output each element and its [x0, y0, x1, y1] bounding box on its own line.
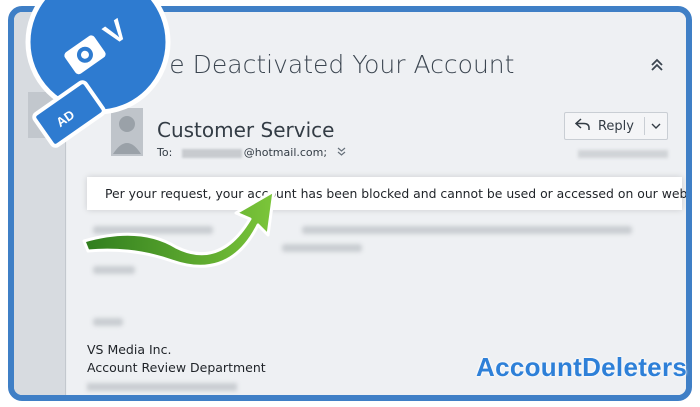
- watermark-logo: AccountDeleters: [476, 352, 688, 382]
- reply-button-group: Reply: [563, 112, 668, 140]
- email-signature: VS Media Inc. Account Review Department: [87, 341, 266, 391]
- reply-label: Reply: [597, 118, 634, 134]
- redacted-line: [282, 244, 362, 252]
- signature-company: VS Media Inc.: [87, 342, 172, 357]
- folder-rail: [14, 12, 66, 395]
- to-label: To:: [157, 146, 173, 159]
- sender-avatar: [111, 108, 143, 156]
- redacted-date: [578, 150, 668, 158]
- recipient-address[interactable]: @hotmail.com;: [244, 146, 327, 159]
- reply-button[interactable]: Reply: [565, 113, 644, 139]
- signature-department: Account Review Department: [87, 360, 266, 375]
- email-subject: We've Deactivated Your Account: [109, 50, 515, 79]
- chevron-up-icon[interactable]: [646, 56, 668, 78]
- curved-arrow-icon: [82, 189, 276, 268]
- folder-rail-tab[interactable]: [28, 92, 66, 138]
- redacted-line: [302, 226, 632, 234]
- sender-name[interactable]: Customer Service: [157, 118, 334, 142]
- redacted-username: [181, 148, 242, 158]
- double-chevron-down-icon[interactable]: [337, 146, 346, 159]
- chevron-down-icon[interactable]: [645, 119, 667, 133]
- reply-arrow-icon: [574, 117, 590, 135]
- redacted-line: [93, 318, 123, 326]
- redacted-address-link[interactable]: [87, 383, 237, 391]
- recipient-line: To: @hotmail.com;: [157, 146, 346, 159]
